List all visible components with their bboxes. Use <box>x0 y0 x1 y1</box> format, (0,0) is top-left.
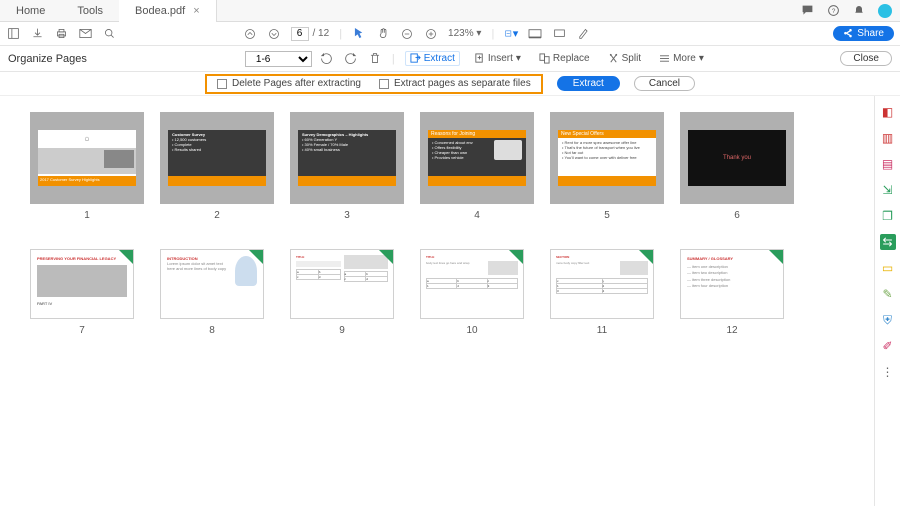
comment-icon[interactable]: ▭ <box>880 260 896 276</box>
page-num: 4 <box>474 210 480 221</box>
read-mode-icon[interactable] <box>528 27 542 41</box>
annotate-icon[interactable] <box>552 27 566 41</box>
pdf-icon[interactable]: ◧ <box>880 104 896 120</box>
more-tool-button[interactable]: More ▾ <box>655 52 708 65</box>
share-label: Share <box>857 28 884 39</box>
share-button[interactable]: Share <box>833 26 894 41</box>
mail-icon[interactable] <box>78 27 92 41</box>
page-num: 1 <box>84 210 90 221</box>
edit-icon[interactable]: ▤ <box>880 156 896 172</box>
separate-files-checkbox[interactable]: Extract pages as separate files <box>379 78 531 89</box>
page-num: 5 <box>604 210 610 221</box>
page-num: 2 <box>214 210 220 221</box>
organize-toolbar: Organize Pages 1-6 | Extract Insert ▾ Re… <box>0 46 900 72</box>
combine-icon[interactable]: ❐ <box>880 208 896 224</box>
page-input[interactable] <box>291 27 309 41</box>
page-num: 3 <box>344 210 350 221</box>
extract-tool-button[interactable]: Extract <box>405 51 460 66</box>
tab-document-label: Bodea.pdf <box>135 5 185 17</box>
chat-icon[interactable] <box>800 4 814 18</box>
page-thumb-6[interactable]: Thank you <box>680 112 794 204</box>
page-num: 9 <box>339 325 345 336</box>
page-thumb-10[interactable]: TITLEbody text lines go here and wrapabc… <box>420 249 524 319</box>
page-thumb-4[interactable]: Reasons for Joining• Concerned about env… <box>420 112 534 204</box>
page-num: 8 <box>209 325 215 336</box>
page-thumb-8[interactable]: INTRODUCTIONLorem ipsum dolor sit amet t… <box>160 249 264 319</box>
tab-bar: Home Tools Bodea.pdf × ? <box>0 0 900 22</box>
save-icon[interactable] <box>30 27 44 41</box>
extract-options-bar: Delete Pages after extracting Extract pa… <box>0 72 900 96</box>
organize-title: Organize Pages <box>8 53 87 65</box>
delete-after-checkbox[interactable]: Delete Pages after extracting <box>217 78 361 89</box>
extract-button[interactable]: Extract <box>557 76 620 91</box>
rotate-left-icon[interactable] <box>320 52 334 66</box>
tab-document[interactable]: Bodea.pdf × <box>119 0 217 22</box>
tab-tools[interactable]: Tools <box>61 0 119 22</box>
thumbnail-canvas[interactable]: ◯2017 Customer Survey Highlights 1 Custom… <box>0 96 874 506</box>
close-button[interactable]: Close <box>840 51 892 66</box>
delete-icon[interactable] <box>368 52 382 66</box>
highlight-icon[interactable] <box>576 27 590 41</box>
page-total: / 12 <box>313 28 330 39</box>
rotate-right-icon[interactable] <box>344 52 358 66</box>
insert-tool-button[interactable]: Insert ▾ <box>470 52 525 65</box>
export-icon[interactable]: ⇲ <box>880 182 896 198</box>
close-tab-icon[interactable]: × <box>193 5 199 17</box>
print-icon[interactable] <box>54 27 68 41</box>
page-thumb-11[interactable]: SECTIONmore body copy filler textxy1234 <box>550 249 654 319</box>
page-range-select[interactable]: 1-6 <box>245 51 312 67</box>
svg-text:?: ? <box>831 8 835 15</box>
sidebar-toggle-icon[interactable] <box>6 27 20 41</box>
avatar[interactable] <box>878 4 892 18</box>
right-tool-rail: ◧ ▥ ▤ ⇲ ❐ ⇆ ▭ ✎ ⛨ ✐ ⋮ <box>874 96 900 506</box>
help-icon[interactable]: ? <box>826 4 840 18</box>
tab-home[interactable]: Home <box>0 0 61 22</box>
cancel-button[interactable]: Cancel <box>634 76 695 91</box>
page-thumb-7[interactable]: PRESERVING YOUR FINANCIAL LEGACYPART IV <box>30 249 134 319</box>
replace-tool-button[interactable]: Replace <box>535 52 594 65</box>
page-up-icon[interactable] <box>243 27 257 41</box>
page-counter: / 12 <box>291 27 330 41</box>
sign-icon[interactable]: ✐ <box>880 338 896 354</box>
organize-icon[interactable]: ⇆ <box>880 234 896 250</box>
page-num: 10 <box>466 325 477 336</box>
zoom-in-icon[interactable] <box>424 27 438 41</box>
fill-sign-icon[interactable]: ✎ <box>880 286 896 302</box>
page-thumb-9[interactable]: TITLEabcdabcd <box>290 249 394 319</box>
page-num: 7 <box>79 325 85 336</box>
bell-icon[interactable] <box>852 4 866 18</box>
extract-options-highlight: Delete Pages after extracting Extract pa… <box>205 74 543 94</box>
zoom-level[interactable]: 123% ▾ <box>448 28 481 39</box>
pointer-icon[interactable] <box>352 27 366 41</box>
fit-width-icon[interactable]: ▾ <box>504 27 518 41</box>
page-num: 12 <box>726 325 737 336</box>
hand-icon[interactable] <box>376 27 390 41</box>
search-icon[interactable] <box>102 27 116 41</box>
page-down-icon[interactable] <box>267 27 281 41</box>
page-thumb-3[interactable]: Survey Demographics – Highlights• 60% Ge… <box>290 112 404 204</box>
page-thumb-2[interactable]: Customer Survey• 12,500 customers• Compl… <box>160 112 274 204</box>
page-num: 6 <box>734 210 740 221</box>
page-thumb-5[interactable]: New Special Offers• Rent for a more spec… <box>550 112 664 204</box>
protect-icon[interactable]: ⛨ <box>880 312 896 328</box>
page-thumb-12[interactable]: SUMMARY / GLOSSARY— item one description… <box>680 249 784 319</box>
create-icon[interactable]: ▥ <box>880 130 896 146</box>
page-num: 11 <box>597 325 607 336</box>
split-tool-button[interactable]: Split <box>604 52 645 65</box>
main-toolbar: / 12 | 123% ▾ | ▾ Share <box>0 22 900 46</box>
page-thumb-1[interactable]: ◯2017 Customer Survey Highlights <box>30 112 144 204</box>
more-tools-icon[interactable]: ⋮ <box>880 364 896 380</box>
zoom-out-icon[interactable] <box>400 27 414 41</box>
